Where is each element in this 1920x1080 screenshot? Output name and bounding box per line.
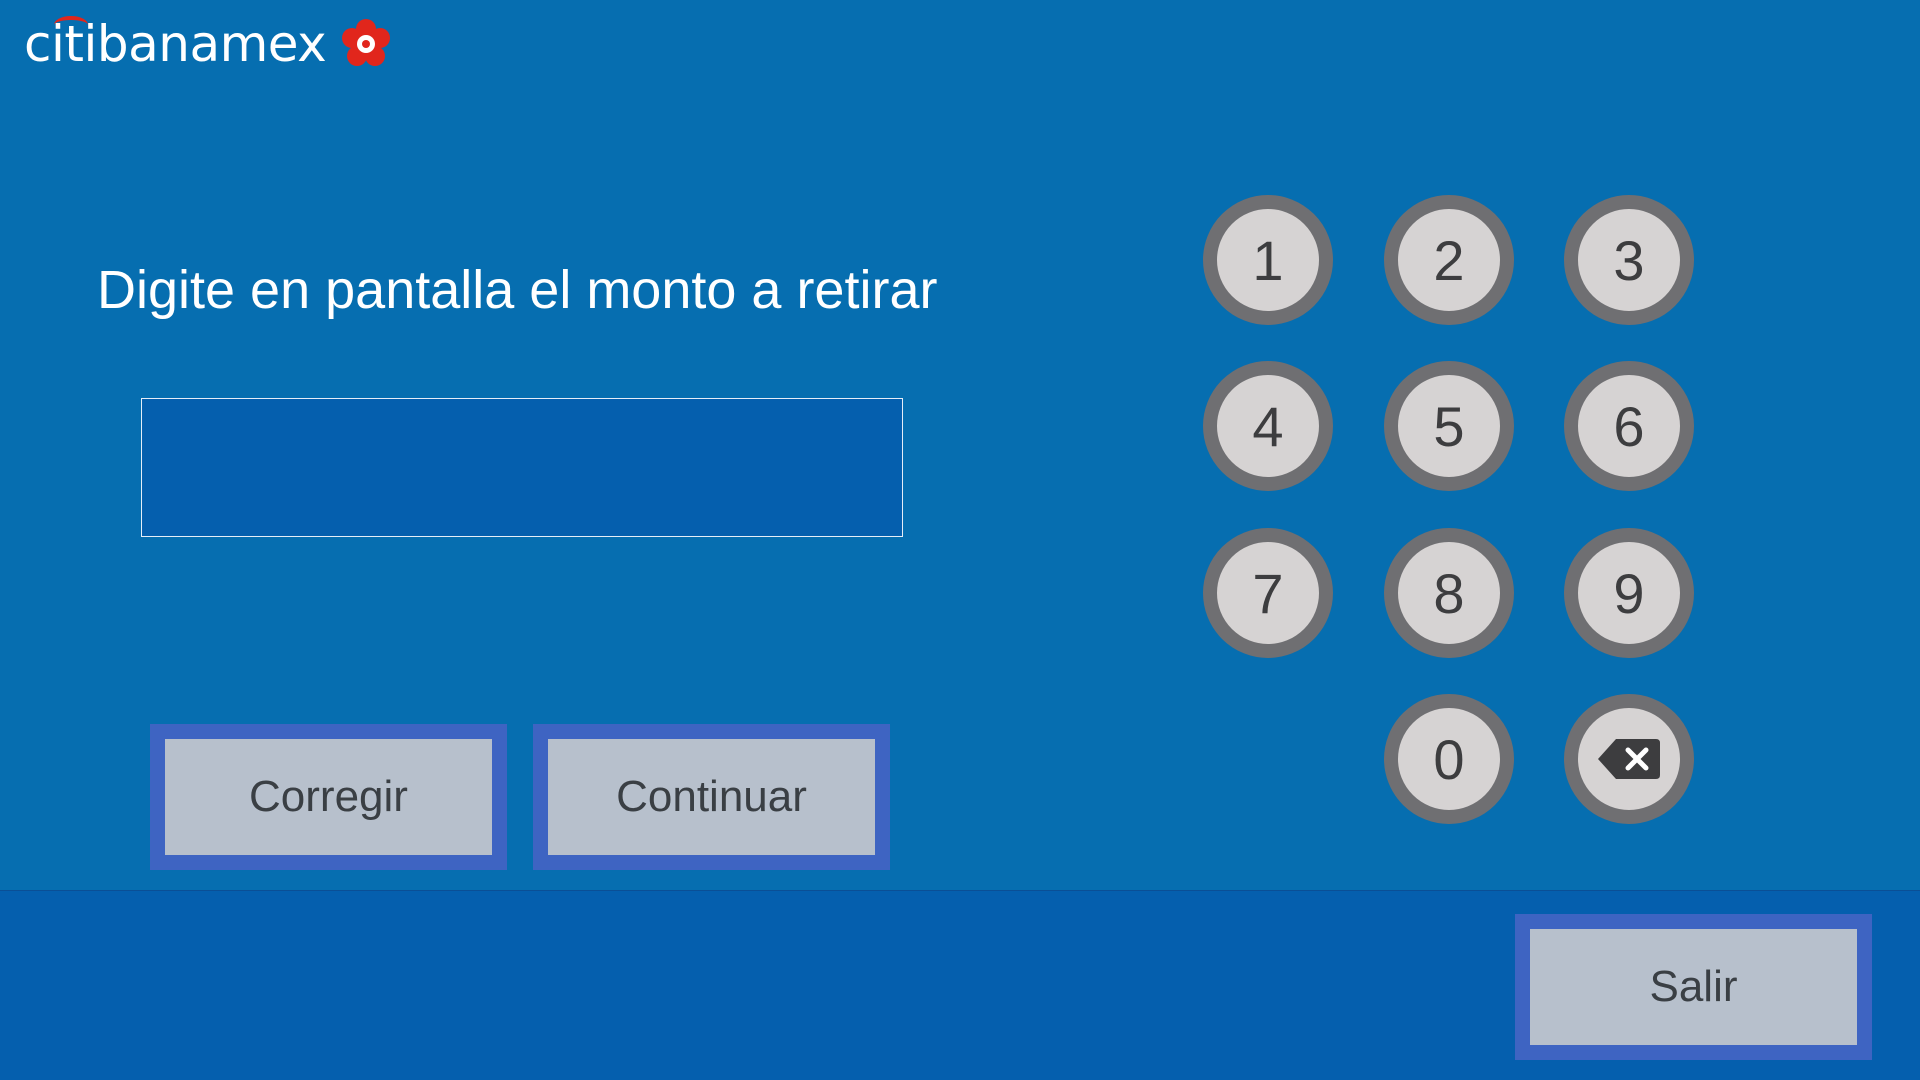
backspace-icon [1598,739,1660,779]
keypad-key-8[interactable]: 8 [1384,528,1514,658]
keypad-key-0[interactable]: 0 [1384,694,1514,824]
banamex-flower-icon [342,19,391,66]
keypad-key-3[interactable]: 3 [1564,195,1694,325]
withdraw-amount-prompt: Digite en pantalla el monto a retirar [97,260,938,320]
bank-logo: citibanamex [24,14,392,74]
keypad-key-7[interactable]: 7 [1203,528,1333,658]
keypad-key-6[interactable]: 6 [1564,361,1694,491]
logo-arc-icon [54,16,88,34]
keypad-backspace-button[interactable] [1564,694,1694,824]
keypad-key-5[interactable]: 5 [1384,361,1514,491]
salir-button[interactable]: Salir [1515,914,1872,1060]
corregir-button[interactable]: Corregir [150,724,507,870]
keypad-key-4[interactable]: 4 [1203,361,1333,491]
keypad-key-2[interactable]: 2 [1384,195,1514,325]
keypad-key-1[interactable]: 1 [1203,195,1333,325]
continuar-button[interactable]: Continuar [533,724,890,870]
keypad-key-9[interactable]: 9 [1564,528,1694,658]
amount-input[interactable] [141,398,903,537]
